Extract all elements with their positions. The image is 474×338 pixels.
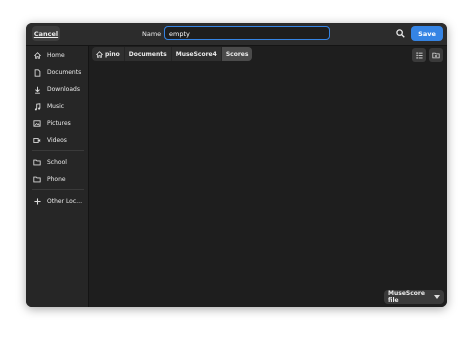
video-icon <box>30 137 44 144</box>
sidebar-item-label: Other Loc… <box>47 198 83 205</box>
breadcrumb-home[interactable]: pino <box>92 47 125 61</box>
download-icon <box>30 86 44 94</box>
sidebar-item-label: Videos <box>47 137 67 144</box>
new-folder-icon <box>432 52 440 58</box>
music-icon <box>30 102 44 111</box>
sidebar-item-label: Downloads <box>47 86 80 93</box>
places-sidebar: Home Documents Downloads Music Pictures <box>26 46 89 307</box>
sidebar-separator <box>32 150 84 151</box>
plus-icon <box>30 198 44 205</box>
cancel-button[interactable]: Cancel <box>32 26 60 41</box>
sidebar-item-label: Documents <box>47 69 82 76</box>
picture-icon <box>30 120 44 127</box>
home-icon <box>30 52 44 59</box>
sidebar-item-label: Home <box>47 52 65 59</box>
filter-label: MuseScore file <box>388 290 425 304</box>
sidebar-item-label: Music <box>47 103 65 110</box>
save-button[interactable]: Save <box>411 26 443 41</box>
breadcrumb-documents[interactable]: Documents <box>125 47 172 61</box>
new-folder-button[interactable] <box>429 48 443 62</box>
sidebar-separator <box>32 189 84 190</box>
sidebar-item-videos[interactable]: Videos <box>26 133 88 148</box>
sidebar-item-label: Pictures <box>47 120 71 127</box>
path-bar: pino Documents MuseScore4 Scores <box>92 47 253 61</box>
filename-input[interactable]: empty <box>164 26 330 40</box>
sidebar-item-documents[interactable]: Documents <box>26 65 88 80</box>
list-view-icon <box>415 51 423 59</box>
breadcrumb-scores[interactable]: Scores <box>221 47 253 61</box>
folder-icon <box>30 176 44 183</box>
sidebar-item-label: School <box>47 159 67 166</box>
sidebar-item-label: Phone <box>47 176 66 183</box>
sidebar-item-other-locations[interactable]: Other Loc… <box>26 194 88 209</box>
file-save-dialog: Cancel Name empty Save Home Documents Do… <box>26 23 447 307</box>
sidebar-item-phone[interactable]: Phone <box>26 172 88 187</box>
search-icon <box>395 29 405 38</box>
folder-icon <box>30 159 44 166</box>
name-label: Name <box>142 30 162 38</box>
header-bar: Cancel Name empty Save <box>26 23 447 46</box>
sidebar-item-downloads[interactable]: Downloads <box>26 82 88 97</box>
sidebar-item-music[interactable]: Music <box>26 99 88 114</box>
chevron-down-icon <box>434 295 440 299</box>
sidebar-item-home[interactable]: Home <box>26 48 88 63</box>
sidebar-item-pictures[interactable]: Pictures <box>26 116 88 131</box>
breadcrumb-musescore4[interactable]: MuseScore4 <box>172 47 222 61</box>
search-button[interactable] <box>393 26 407 41</box>
document-icon <box>30 68 44 77</box>
view-options-button[interactable] <box>412 48 426 62</box>
home-icon <box>96 50 103 58</box>
file-list[interactable] <box>89 66 447 288</box>
file-type-filter[interactable]: MuseScore file <box>384 290 444 304</box>
breadcrumb-label: pino <box>105 50 120 58</box>
sidebar-item-school[interactable]: School <box>26 155 88 170</box>
